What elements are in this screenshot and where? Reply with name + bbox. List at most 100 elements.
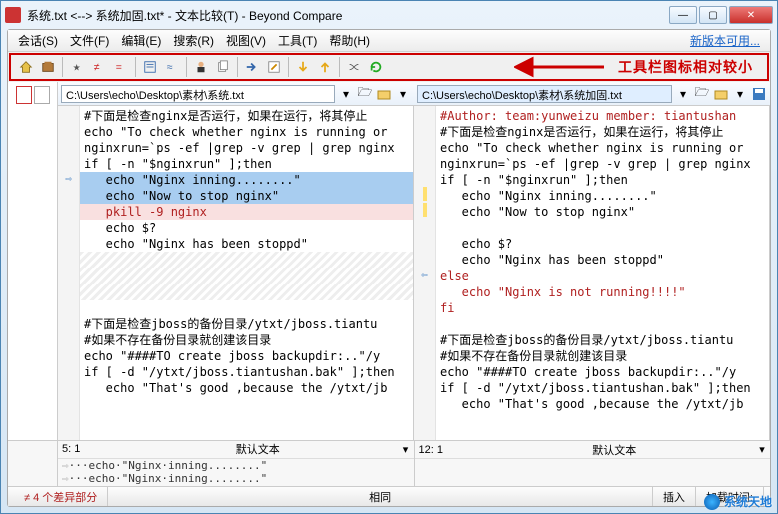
new-version-link[interactable]: 新版本可用...: [690, 32, 766, 49]
code-line[interactable]: [80, 284, 413, 300]
dropdown-icon[interactable]: ▾: [398, 441, 414, 457]
all-icon[interactable]: ★: [67, 57, 87, 77]
prev-diff-up-icon[interactable]: [315, 57, 335, 77]
code-line[interactable]: [80, 268, 413, 284]
code-line[interactable]: [80, 300, 413, 316]
referee-icon[interactable]: [191, 57, 211, 77]
code-line[interactable]: echo "####TO create jboss backupdir:.."/…: [80, 348, 413, 364]
format-icon[interactable]: ≈: [162, 57, 182, 77]
code-line[interactable]: echo "Nginx has been stoppd": [436, 252, 769, 268]
rules-icon[interactable]: [140, 57, 160, 77]
watermark: 系统天地: [704, 493, 772, 510]
code-line[interactable]: if [ -n "$nginxrun" ];then: [80, 156, 413, 172]
browse-icon[interactable]: 🗁: [357, 86, 373, 102]
menu-session[interactable]: 会话(S): [12, 30, 64, 51]
code-line[interactable]: #如果不存在备份目录就创建该目录: [436, 348, 769, 364]
code-line[interactable]: echo "####TO create jboss backupdir:.."/…: [436, 364, 769, 380]
open-folder-icon[interactable]: [713, 86, 729, 102]
code-line[interactable]: pkill -9 nginx: [80, 204, 413, 220]
menu-file[interactable]: 文件(F): [64, 30, 115, 51]
window-title: 系统.txt <--> 系统加固.txt* - 文本比较(T) - Beyond…: [27, 7, 669, 24]
code-line[interactable]: #如果不存在备份目录就创建该目录: [80, 332, 413, 348]
code-line[interactable]: echo "Now to stop nginx": [436, 204, 769, 220]
edit-icon[interactable]: [264, 57, 284, 77]
code-line[interactable]: if [ -d "/ytxt/jboss.tiantushan.bak" ];t…: [80, 364, 413, 380]
save-icon[interactable]: [751, 86, 767, 102]
code-line[interactable]: echo "Nginx inning........": [436, 188, 769, 204]
code-line[interactable]: [436, 316, 769, 332]
same-icon[interactable]: =: [111, 57, 131, 77]
dropdown-icon[interactable]: ▾: [675, 86, 691, 102]
status-diff-count: ≠ 4 个差异部分: [14, 487, 108, 506]
home-icon[interactable]: [16, 57, 36, 77]
minimize-button[interactable]: —: [669, 6, 697, 24]
code-line[interactable]: #下面是检查nginx是否运行，如果在运行，将其停止: [436, 124, 769, 140]
code-line[interactable]: echo "Nginx is not running!!!!": [436, 284, 769, 300]
side-tabs: [8, 82, 58, 106]
left-text[interactable]: #下面是检查nginx是否运行，如果在运行，将其停止echo "To check…: [80, 106, 413, 440]
status-insert: 插入: [653, 487, 696, 506]
code-line[interactable]: echo "To check whether nginx is running …: [80, 124, 413, 140]
annotation-text: 工具栏图标相对较小: [618, 57, 753, 77]
code-line[interactable]: echo "Nginx has been stoppd": [80, 236, 413, 252]
right-format-label[interactable]: 默认文本: [475, 442, 755, 458]
reload-icon[interactable]: [366, 57, 386, 77]
copy-icon[interactable]: [213, 57, 233, 77]
code-line[interactable]: echo "To check whether nginx is running …: [436, 140, 769, 156]
status-same: 相同: [108, 487, 653, 506]
menu-help[interactable]: 帮助(H): [323, 30, 376, 51]
code-line[interactable]: echo $?: [436, 236, 769, 252]
dropdown-icon[interactable]: ▾: [732, 86, 748, 102]
svg-text:=: =: [116, 62, 122, 74]
menu-tools[interactable]: 工具(T): [272, 30, 323, 51]
right-pane: ⇦ #Author: team:yunweizu member: tiantus…: [414, 106, 770, 440]
code-line[interactable]: nginxrun=`ps -ef |grep -v grep | grep ng…: [436, 156, 769, 172]
swap-icon[interactable]: [344, 57, 364, 77]
dropdown-icon[interactable]: ▾: [395, 86, 411, 102]
code-line[interactable]: echo $?: [80, 220, 413, 236]
code-line[interactable]: if [ -n "$nginxrun" ];then: [436, 172, 769, 188]
sessions-icon[interactable]: [38, 57, 58, 77]
code-line[interactable]: if [ -d "/ytxt/jboss.tiantushan.bak" ];t…: [436, 380, 769, 396]
code-line[interactable]: echo "That's good ,because the /ytxt/jb: [436, 396, 769, 412]
detail-line: ⇨···echo·"Nginx·inning........": [58, 459, 414, 473]
close-button[interactable]: ✕: [729, 6, 773, 24]
dropdown-icon[interactable]: ▾: [338, 86, 354, 102]
right-marker-gutter: ⇦: [414, 106, 436, 440]
code-line[interactable]: #下面是检查jboss的备份目录/ytxt/jboss.tiantu: [436, 332, 769, 348]
toolbar: ★ ≠ = ≈ 工具栏图标相对较小: [9, 53, 769, 81]
code-line[interactable]: fi: [436, 300, 769, 316]
menu-search[interactable]: 搜索(R): [167, 30, 220, 51]
copy-right-icon[interactable]: [242, 57, 262, 77]
overview-gutter[interactable]: [8, 106, 58, 440]
annotation-arrow-icon: [514, 56, 604, 78]
code-line[interactable]: #Author: team:yunweizu member: tiantusha…: [436, 108, 769, 124]
dropdown-icon[interactable]: ▾: [754, 442, 770, 458]
right-cursor-pos: 12: 1: [415, 444, 475, 456]
menu-edit[interactable]: 编辑(E): [115, 30, 167, 51]
code-line[interactable]: #下面是检查jboss的备份目录/ytxt/jboss.tiantu: [80, 316, 413, 332]
code-line[interactable]: echo "Now to stop nginx": [80, 188, 413, 204]
open-folder-icon[interactable]: [376, 86, 392, 102]
browse-icon[interactable]: 🗁: [694, 86, 710, 102]
menu-view[interactable]: 视图(V): [220, 30, 272, 51]
side-tab[interactable]: [34, 86, 50, 104]
right-path-input[interactable]: C:\Users\echo\Desktop\素材\系统加固.txt: [417, 85, 672, 103]
maximize-button[interactable]: ▢: [699, 6, 727, 24]
left-path-input[interactable]: C:\Users\echo\Desktop\素材\系统.txt: [61, 85, 335, 103]
menubar: 会话(S) 文件(F) 编辑(E) 搜索(R) 视图(V) 工具(T) 帮助(H…: [8, 30, 770, 52]
left-format-label[interactable]: 默认文本: [118, 441, 398, 457]
side-tab[interactable]: [16, 86, 32, 104]
next-diff-down-icon[interactable]: [293, 57, 313, 77]
code-line[interactable]: nginxrun=`ps -ef |grep -v grep | grep ng…: [80, 140, 413, 156]
code-line[interactable]: echo "Nginx inning........": [80, 172, 413, 188]
code-line[interactable]: echo "That's good ,because the /ytxt/jb: [80, 380, 413, 396]
left-pane: ⇨ #下面是检查nginx是否运行，如果在运行，将其停止echo "To che…: [58, 106, 414, 440]
code-line[interactable]: [80, 252, 413, 268]
diff-icon[interactable]: ≠: [89, 57, 109, 77]
code-line[interactable]: [436, 220, 769, 236]
code-line[interactable]: else: [436, 268, 769, 284]
right-text[interactable]: #Author: team:yunweizu member: tiantusha…: [436, 106, 769, 440]
code-line[interactable]: #下面是检查nginx是否运行，如果在运行，将其停止: [80, 108, 413, 124]
detail-line: ⇨···echo·"Nginx·inning........": [58, 472, 414, 486]
